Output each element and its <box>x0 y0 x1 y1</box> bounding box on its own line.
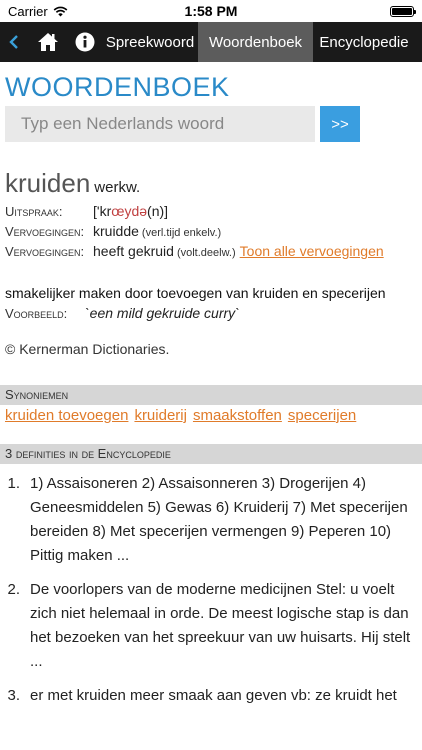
conjugation-label: Vervoegingen: <box>5 224 85 239</box>
copyright-text: © Kernerman Dictionaries. <box>5 341 170 357</box>
search-row: Typ een Nederlands woord >> <box>0 104 422 142</box>
show-all-conjugations-link[interactable]: Toon alle vervoegingen <box>240 243 384 259</box>
synonym-link[interactable]: kruiden toevoegen <box>5 407 128 424</box>
encyclopedia-header: 3 definities in de Encyclopedie <box>0 444 422 464</box>
part-of-speech: werkw. <box>94 179 141 196</box>
pronunciation-close: (n)] <box>147 203 169 219</box>
encyclopedia-item[interactable]: 1. 1) Assaisoneren 2) Assaisonneren 3) D… <box>0 472 412 568</box>
example-row: Voorbeeld: `een mild gekruide curry` <box>0 305 422 321</box>
encyclopedia-item-number: 3. <box>7 687 20 704</box>
dictionary-entry: kruiden werkw. Uitspraak: ['krœydə(n)] V… <box>0 168 422 259</box>
nav-bar: Spreekwoord Woordenboek Encyclopedie <box>0 22 422 62</box>
wifi-icon <box>53 6 68 16</box>
tab-encyclopedie[interactable]: Encyclopedie <box>313 22 415 62</box>
conjugation-row-2: Vervoegingen: heeft gekruid (volt.deelw.… <box>5 243 417 259</box>
encyclopedia-item-number: 1. <box>7 475 20 492</box>
conjugation-note: (verl.tijd enkelv.) <box>141 227 222 239</box>
tab-spreekwoord[interactable]: Spreekwoord <box>102 22 198 62</box>
encyclopedia-list: 1. 1) Assaisoneren 2) Assaisonneren 3) D… <box>0 464 422 708</box>
home-icon[interactable] <box>28 22 68 62</box>
encyclopedia-item-text: 1) Assaisoneren 2) Assaisonneren 3) Drog… <box>30 475 408 564</box>
carrier-label: Carrier <box>8 3 48 19</box>
encyclopedia-item-text: er met kruiden meer smaak aan geven vb: … <box>30 687 397 704</box>
synonym-link[interactable]: smaakstoffen <box>193 407 282 424</box>
encyclopedia-item-text: De voorlopers van de moderne medicijnen … <box>30 581 411 670</box>
back-chevron-icon[interactable] <box>0 22 28 62</box>
pronunciation-open: ['kr <box>93 203 112 219</box>
conjugation-row-1: Vervoegingen: kruidde (verl.tijd enkelv.… <box>5 223 417 239</box>
pronunciation-label: Uitspraak: <box>5 204 63 219</box>
conjugation-label: Vervoegingen: <box>5 244 85 259</box>
synonym-link[interactable]: kruiderij <box>134 407 187 424</box>
encyclopedia-item[interactable]: 3. er met kruiden meer smaak aan geven v… <box>0 684 412 708</box>
conjugation-value: heeft gekruid <box>93 243 174 259</box>
pronunciation-row: Uitspraak: ['krœydə(n)] <box>5 203 417 219</box>
example-text: `een mild gekruide curry` <box>85 305 240 321</box>
synonyms-header: Synoniemen <box>0 385 422 405</box>
info-icon[interactable] <box>68 22 102 62</box>
synonym-link[interactable]: specerijen <box>288 407 356 424</box>
battery-icon <box>390 5 416 17</box>
conjugation-value: kruidde <box>93 223 139 239</box>
example-label: Voorbeeld: <box>5 306 68 321</box>
encyclopedia-item[interactable]: 2. De voorlopers van de moderne medicijn… <box>0 578 412 674</box>
encyclopedia-item-number: 2. <box>7 581 20 598</box>
headword: kruiden <box>5 168 91 198</box>
status-bar: Carrier 1:58 PM <box>0 0 422 22</box>
headword-line: kruiden werkw. <box>5 168 417 199</box>
tab-woordenboek[interactable]: Woordenboek <box>198 22 313 62</box>
definition-text: smakelijker maken door toevoegen van kru… <box>5 285 386 301</box>
conjugation-note: (volt.deelw.) <box>176 247 236 259</box>
synonyms-list: kruiden toevoegen kruiderij smaakstoffen… <box>0 405 422 424</box>
search-button[interactable]: >> <box>320 106 360 142</box>
page-title: WOORDENBOEK <box>5 72 230 102</box>
pronunciation-highlight: œydə <box>111 203 148 219</box>
pronunciation-value: ['krœydə(n)] <box>93 203 168 219</box>
main-content: WOORDENBOEK Typ een Nederlands woord >> … <box>0 62 422 718</box>
search-input[interactable]: Typ een Nederlands woord <box>5 106 315 142</box>
status-left: Carrier <box>8 4 68 19</box>
